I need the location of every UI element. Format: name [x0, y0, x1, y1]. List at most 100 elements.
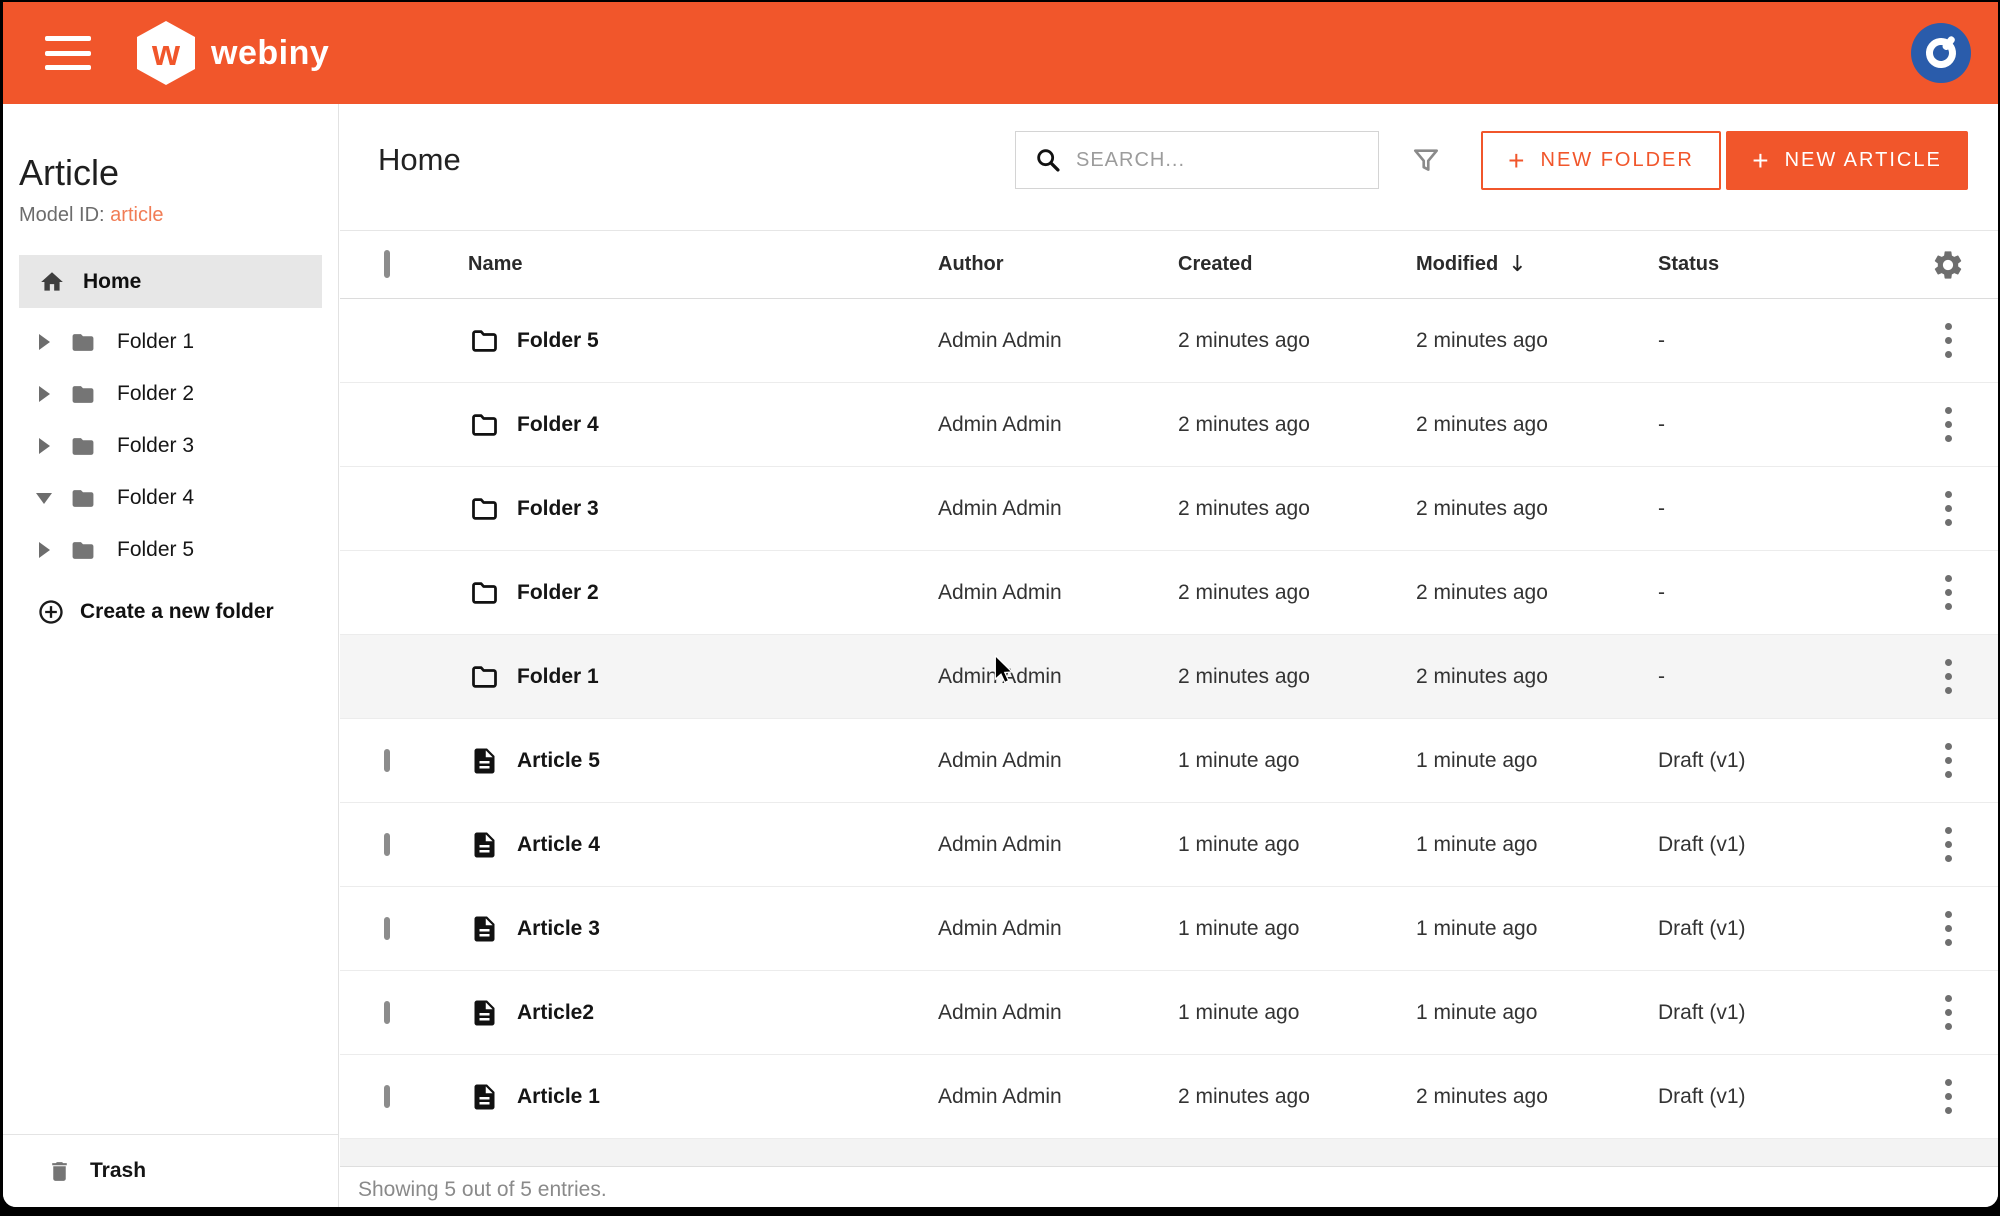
table-row-article-3[interactable]: Article 3 Admin Admin 1 minute ago 1 min…: [340, 887, 1998, 971]
row-modified: 2 minutes ago: [1416, 413, 1658, 437]
sidebar-item-folder-5[interactable]: Folder 5: [3, 524, 338, 576]
folder-outline-icon: [468, 662, 501, 692]
user-avatar[interactable]: [1911, 23, 1971, 83]
row-status: -: [1658, 329, 1898, 353]
row-actions-menu-button[interactable]: [1931, 401, 1966, 448]
row-author: Admin Admin: [938, 1001, 1178, 1025]
row-name-label: Article 5: [517, 749, 600, 773]
row-modified: 1 minute ago: [1416, 749, 1658, 773]
new-article-button[interactable]: + NEW ARTICLE: [1726, 131, 1968, 190]
row-checkbox[interactable]: [384, 1085, 390, 1108]
caret-icon[interactable]: [39, 438, 50, 454]
row-actions-menu-button[interactable]: [1931, 905, 1966, 952]
filter-funnel-icon: [1410, 144, 1442, 176]
new-folder-button[interactable]: + NEW FOLDER: [1481, 131, 1721, 190]
row-actions-menu-button[interactable]: [1931, 737, 1966, 784]
hamburger-menu-icon[interactable]: [45, 36, 91, 70]
row-actions-menu-button[interactable]: [1931, 989, 1966, 1036]
table-row-article-4[interactable]: Article 4 Admin Admin 1 minute ago 1 min…: [340, 803, 1998, 887]
row-created: 1 minute ago: [1178, 917, 1416, 941]
table-row-folder-5[interactable]: Folder 5 Admin Admin 2 minutes ago 2 min…: [340, 299, 1998, 383]
row-actions-menu-button[interactable]: [1931, 1073, 1966, 1120]
sidebar-item-folder-2[interactable]: Folder 2: [3, 368, 338, 420]
row-modified: 1 minute ago: [1416, 833, 1658, 857]
column-header-author[interactable]: Author: [938, 253, 1178, 276]
search-icon: [1034, 146, 1062, 174]
sidebar-item-folder-1[interactable]: Folder 1: [3, 316, 338, 368]
entries-count-text: Showing 5 out of 5 entries.: [358, 1178, 607, 1202]
table-row-article-1[interactable]: Article 1 Admin Admin 2 minutes ago 2 mi…: [340, 1055, 1998, 1139]
caret-icon[interactable]: [39, 334, 50, 350]
app-window: w webiny Article Model ID: article Home …: [3, 2, 1998, 1207]
select-all-checkbox[interactable]: [384, 250, 390, 278]
table-row-folder-1[interactable]: Folder 1 Admin Admin 2 minutes ago 2 min…: [340, 635, 1998, 719]
row-status: Draft (v1): [1658, 833, 1898, 857]
row-name-label: Folder 2: [517, 581, 599, 605]
caret-icon[interactable]: [39, 542, 50, 558]
row-actions-menu-button[interactable]: [1931, 821, 1966, 868]
sidebar-folder-label: Folder 1: [117, 330, 194, 354]
table-row-folder-2[interactable]: Folder 2 Admin Admin 2 minutes ago 2 min…: [340, 551, 1998, 635]
webiny-logo[interactable]: w webiny: [137, 21, 329, 85]
article-document-icon: [468, 1082, 501, 1112]
search-box: [1015, 131, 1379, 189]
row-author: Admin Admin: [938, 833, 1178, 857]
table-row-folder-4[interactable]: Folder 4 Admin Admin 2 minutes ago 2 min…: [340, 383, 1998, 467]
row-name-cell: Folder 1: [468, 662, 938, 692]
folder-icon: [68, 330, 98, 355]
row-author: Admin Admin: [938, 665, 1178, 689]
sidebar-folder-label: Folder 3: [117, 434, 194, 458]
row-checkbox[interactable]: [384, 917, 390, 940]
table-row-folder-3[interactable]: Folder 3 Admin Admin 2 minutes ago 2 min…: [340, 467, 1998, 551]
content-header: Home + NEW FOLDER + NEW ARTICLE: [340, 104, 1998, 230]
sidebar-item-folder-3[interactable]: Folder 3: [3, 420, 338, 472]
sidebar-home-label: Home: [83, 270, 141, 294]
row-created: 2 minutes ago: [1178, 581, 1416, 605]
column-header-created[interactable]: Created: [1178, 253, 1416, 276]
create-folder-button[interactable]: Create a new folder: [37, 598, 338, 626]
row-actions-menu-button[interactable]: [1931, 317, 1966, 364]
row-modified: 1 minute ago: [1416, 1001, 1658, 1025]
article-document-icon: [468, 830, 501, 860]
row-checkbox[interactable]: [384, 1001, 390, 1024]
sidebar-folder-label: Folder 5: [117, 538, 194, 562]
table-row-article-5[interactable]: Article 5 Admin Admin 1 minute ago 1 min…: [340, 719, 1998, 803]
row-modified: 2 minutes ago: [1416, 581, 1658, 605]
table-body: Folder 5 Admin Admin 2 minutes ago 2 min…: [340, 299, 1998, 1139]
filter-button[interactable]: [1404, 138, 1448, 182]
column-header-modified[interactable]: Modified ↓: [1416, 252, 1658, 277]
row-status: -: [1658, 497, 1898, 521]
model-title: Article: [19, 152, 338, 194]
column-header-name[interactable]: Name: [468, 253, 938, 276]
row-name-cell: Article 5: [468, 746, 938, 776]
webiny-hexagon-icon: w: [137, 21, 195, 85]
plus-icon: +: [1752, 147, 1770, 175]
table-footer: Showing 5 out of 5 entries.: [340, 1167, 1998, 1207]
caret-icon[interactable]: [39, 386, 50, 402]
folder-outline-icon: [468, 494, 501, 524]
sidebar-item-folder-4[interactable]: Folder 4: [3, 472, 338, 524]
row-actions-menu-button[interactable]: [1931, 653, 1966, 700]
row-status: -: [1658, 413, 1898, 437]
search-input[interactable]: [1076, 149, 1378, 172]
trash-button[interactable]: Trash: [3, 1134, 338, 1207]
table-row-article2[interactable]: Article2 Admin Admin 1 minute ago 1 minu…: [340, 971, 1998, 1055]
table-settings-button[interactable]: [1898, 248, 1998, 282]
row-actions-menu-button[interactable]: [1931, 569, 1966, 616]
trash-icon: [47, 1158, 72, 1185]
sidebar-item-home[interactable]: Home: [19, 255, 322, 308]
row-name-cell: Folder 3: [468, 494, 938, 524]
gear-icon: [1931, 248, 1965, 282]
row-checkbox[interactable]: [384, 749, 390, 772]
column-header-status[interactable]: Status: [1658, 253, 1898, 276]
gravatar-icon: [1917, 29, 1965, 77]
new-folder-label: NEW FOLDER: [1541, 149, 1694, 172]
row-modified: 2 minutes ago: [1416, 1085, 1658, 1109]
sidebar-folder-label: Folder 2: [117, 382, 194, 406]
row-actions-menu-button[interactable]: [1931, 485, 1966, 532]
row-name-label: Article2: [517, 1001, 594, 1025]
row-checkbox[interactable]: [384, 833, 390, 856]
article-document-icon: [468, 746, 501, 776]
caret-icon[interactable]: [36, 493, 52, 504]
row-created: 2 minutes ago: [1178, 329, 1416, 353]
